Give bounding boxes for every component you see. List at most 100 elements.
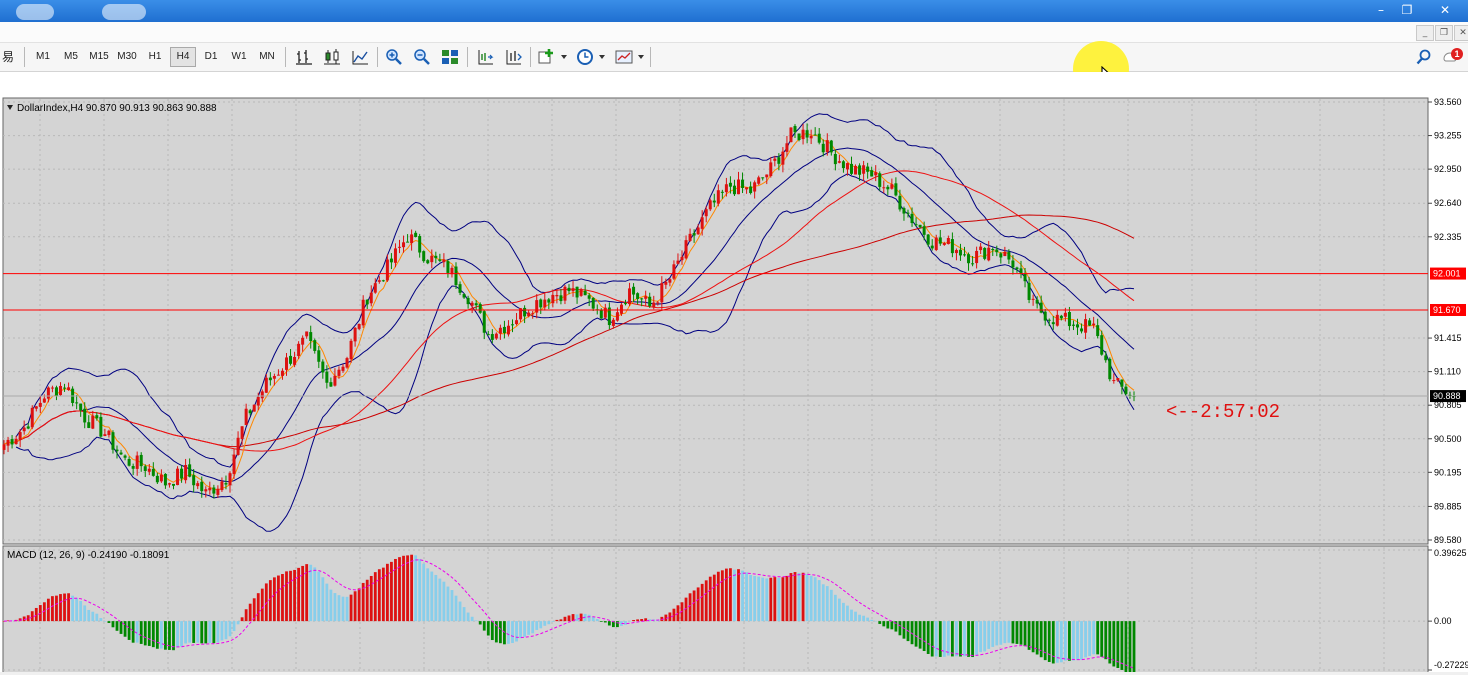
macd-bar: [434, 574, 438, 622]
auto-scroll-icon[interactable]: [503, 48, 523, 66]
macd-bar: [519, 621, 522, 639]
timeframe-d1[interactable]: D1: [198, 47, 224, 67]
macd-bar: [733, 569, 736, 622]
macd-bar: [71, 595, 75, 622]
templates-icon[interactable]: [614, 48, 634, 66]
macd-bar: [458, 601, 462, 622]
macd-bar: [490, 621, 494, 641]
timeframe-w1[interactable]: W1: [226, 47, 252, 67]
toolbar-separator: [530, 47, 531, 67]
timeframe-mn[interactable]: MN: [254, 47, 280, 67]
candlestick-icon[interactable]: [322, 48, 342, 66]
indicators-dropdown-caret[interactable]: [561, 55, 567, 59]
chart-shift-icon[interactable]: [475, 48, 495, 66]
macd-axis[interactable]: 0.39625 0.00 -0.27229: [1428, 548, 1468, 671]
candle-body: [785, 143, 789, 152]
candle-body: [252, 404, 256, 412]
timeframe-m15[interactable]: M15: [86, 47, 112, 67]
macd-bar: [559, 619, 563, 622]
macd-bar: [704, 580, 708, 622]
macd-bar: [712, 574, 716, 622]
macd-bar: [385, 563, 389, 622]
macd-bar: [716, 571, 720, 622]
macd-bar: [176, 621, 179, 648]
macd-bar: [159, 621, 163, 649]
macd-bar: [745, 572, 748, 622]
timeframe-m1[interactable]: M1: [30, 47, 56, 67]
candle-body: [777, 157, 781, 164]
templates-dropdown-caret[interactable]: [638, 55, 644, 59]
macd-bar: [87, 609, 91, 622]
candle-body: [381, 280, 385, 282]
auto-trade-label[interactable]: 易: [0, 47, 16, 67]
candle-body: [466, 297, 470, 305]
candle-body: [551, 294, 555, 304]
candle-body: [393, 248, 397, 263]
candle-body: [438, 259, 442, 261]
candle-body: [357, 324, 361, 329]
candle-body: [42, 398, 46, 403]
price-axis[interactable]: 93.560 93.255 92.950 92.640 92.335 91.415 91.1…: [1428, 97, 1466, 545]
mdi-minimize-button[interactable]: _: [1416, 25, 1434, 41]
zoom-in-icon[interactable]: [384, 48, 404, 66]
macd-bar: [991, 621, 995, 647]
candle-body: [349, 340, 353, 360]
window-restore-button[interactable]: ❐: [1396, 2, 1418, 19]
candle-body: [624, 303, 627, 305]
mdi-restore-button[interactable]: ❐: [1435, 25, 1453, 41]
macd-bar: [240, 617, 244, 622]
candle-body: [75, 402, 79, 404]
notification-bell[interactable]: 1: [1442, 47, 1464, 65]
timeframe-h1[interactable]: H1: [142, 47, 168, 67]
macd-bar: [200, 621, 204, 644]
candle-body: [212, 487, 216, 494]
candle-body: [1088, 320, 1092, 326]
candle-body: [753, 182, 757, 192]
candle-body: [276, 374, 280, 376]
candle-body: [587, 295, 591, 299]
periods-clock-icon[interactable]: [575, 48, 595, 66]
price-chart[interactable]: 92.001 91.670 DollarIndex,H4 90.870 90.91…: [0, 72, 1468, 675]
zoom-out-icon[interactable]: [412, 48, 432, 66]
bar-chart-icon[interactable]: [294, 48, 314, 66]
tile-windows-icon[interactable]: [440, 48, 460, 66]
line-chart-icon[interactable]: [350, 48, 370, 66]
macd-bar: [555, 619, 559, 622]
candle-body: [1063, 312, 1067, 317]
macd-bar: [107, 621, 111, 623]
candle-body: [611, 319, 615, 326]
macd-bar: [244, 609, 248, 622]
periods-dropdown-caret[interactable]: [599, 55, 605, 59]
window-minimize-button[interactable]: –: [1370, 2, 1392, 19]
macd-bar: [930, 621, 934, 657]
timeframe-m5[interactable]: M5: [58, 47, 84, 67]
macd-bar: [801, 572, 805, 622]
timeframe-h4[interactable]: H4: [170, 47, 196, 67]
window-close-button[interactable]: ✕: [1434, 2, 1456, 19]
macd-bar: [224, 621, 228, 640]
macd-bar: [317, 571, 321, 622]
candle-body: [301, 337, 305, 345]
macd-bar: [587, 614, 591, 622]
macd-bar: [281, 574, 284, 622]
search-icon[interactable]: [1414, 48, 1434, 66]
chart-window[interactable]: 92.001 91.670 DollarIndex,H4 90.870 90.91…: [0, 72, 1468, 675]
candle-body: [228, 473, 232, 486]
macd-bar: [127, 621, 131, 640]
candle-body: [906, 212, 910, 214]
timeframe-m30[interactable]: M30: [114, 47, 140, 67]
macd-tick-label: 0.39625: [1434, 548, 1467, 558]
macd-bar: [373, 572, 377, 622]
macd-bar: [757, 576, 761, 622]
macd-bar: [805, 574, 809, 622]
macd-bar: [466, 612, 470, 622]
macd-bar: [785, 575, 789, 622]
candle-body: [1007, 252, 1011, 260]
mdi-close-button[interactable]: ✕: [1454, 25, 1468, 41]
indicators-icon[interactable]: [537, 48, 557, 66]
candle-body: [1071, 324, 1075, 326]
macd-bar: [264, 583, 268, 622]
macd-bar: [563, 616, 567, 622]
candle-body: [1120, 379, 1124, 387]
candle-body: [781, 151, 785, 165]
